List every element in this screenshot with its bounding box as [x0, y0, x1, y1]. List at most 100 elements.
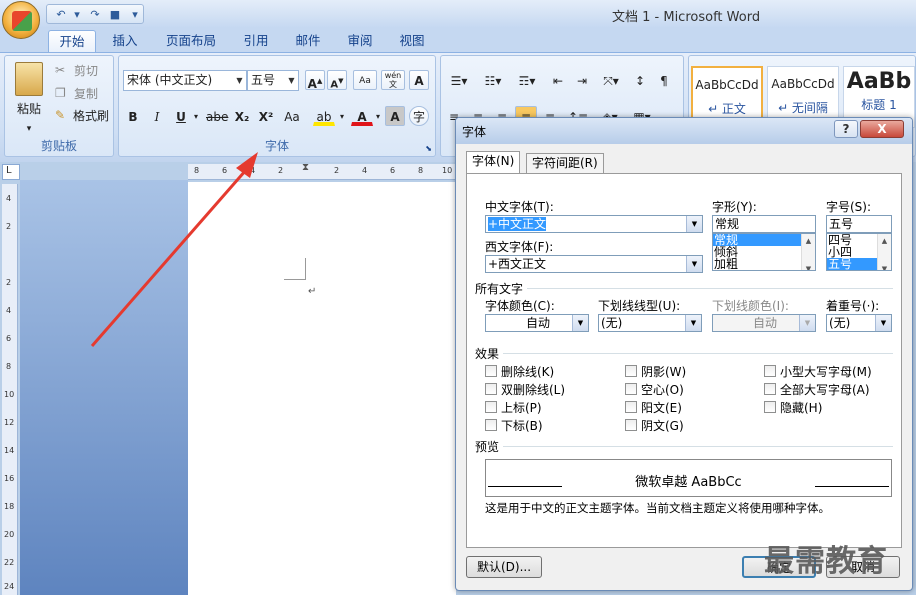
phonetic-guide-icon[interactable]: wén 文 — [381, 70, 405, 90]
tab-char-spacing[interactable]: 字符间距(R) — [526, 153, 604, 173]
default-button[interactable]: 默认(D)... — [466, 556, 542, 578]
save-icon[interactable]: ■ — [107, 7, 123, 22]
ruler-number: 10 — [442, 166, 453, 175]
checkbox-subscript[interactable] — [485, 419, 497, 431]
paste-dropdown-icon[interactable]: ▾ — [9, 118, 49, 138]
underline-style-value: (无) — [601, 316, 623, 330]
copy-icon[interactable]: ❐ — [55, 86, 66, 100]
underline-style-combo[interactable]: (无) ▼ — [598, 314, 702, 332]
increase-indent-icon[interactable]: ⇥ — [571, 70, 593, 90]
cut-icon[interactable]: ✂ — [55, 63, 65, 77]
tab-page-layout[interactable]: 页面布局 — [158, 30, 224, 52]
tab-mailings[interactable]: 邮件 — [288, 30, 328, 52]
underline-button[interactable]: U — [171, 106, 191, 126]
paste-button[interactable]: 粘贴 — [9, 98, 49, 118]
chevron-down-icon[interactable]: ▼ — [285, 71, 298, 90]
checkbox-outline[interactable] — [625, 383, 637, 395]
undo-icon[interactable]: ↶ — [53, 7, 69, 22]
help-button[interactable]: ? — [834, 120, 858, 138]
chevron-down-icon[interactable]: ▼ — [875, 315, 891, 331]
dialog-launcher-icon[interactable]: ⬊ — [425, 144, 432, 153]
document-background — [20, 180, 188, 595]
enclose-char-icon[interactable]: 字 — [409, 106, 429, 126]
checkbox-emboss[interactable] — [625, 401, 637, 413]
tab-view[interactable]: 视图 — [392, 30, 432, 52]
chevron-down-icon[interactable]: ▼ — [685, 315, 701, 331]
decrease-indent-icon[interactable]: ⇤ — [547, 70, 569, 90]
undo-dropdown-icon[interactable]: ▾ — [69, 7, 85, 22]
font-name-combo[interactable]: 宋体 (中文正文) ▼ — [123, 70, 247, 91]
checkbox-shadow[interactable] — [625, 365, 637, 377]
document-page[interactable]: ↵ — [188, 182, 456, 595]
highlight-dropdown-icon[interactable]: ▾ — [337, 106, 347, 126]
chevron-down-icon[interactable]: ▼ — [233, 71, 246, 90]
chevron-down-icon[interactable]: ▼ — [799, 315, 815, 331]
numbering-icon[interactable]: ☷▾ — [477, 70, 509, 90]
asian-layout-icon[interactable]: ⤧▾ — [595, 70, 627, 90]
format-painter-icon[interactable]: ✎ — [55, 108, 65, 122]
office-button[interactable] — [2, 1, 40, 39]
copy-button[interactable]: 复制 — [69, 83, 103, 103]
bold-button[interactable]: B — [123, 106, 143, 126]
font-size-combo[interactable]: 五号 ▼ — [247, 70, 299, 91]
tab-references[interactable]: 引用 — [236, 30, 276, 52]
highlight-icon[interactable]: ab — [313, 106, 335, 126]
clear-format-icon[interactable]: Aa — [353, 70, 377, 90]
font-color-dropdown-icon[interactable]: ▾ — [373, 106, 383, 126]
cn-font-combo[interactable]: +中文正文 ▼ — [485, 215, 703, 233]
tab-insert[interactable]: 插入 — [104, 30, 146, 52]
sort-icon[interactable]: ↕ — [629, 70, 651, 90]
multilevel-list-icon[interactable]: ☶▾ — [511, 70, 543, 90]
indent-marker[interactable]: ⧗ — [302, 163, 312, 180]
chevron-down-icon[interactable]: ▼ — [572, 315, 588, 331]
checkbox-double-strikethrough[interactable] — [485, 383, 497, 395]
checkbox-engrave[interactable] — [625, 419, 637, 431]
paste-icon[interactable] — [15, 62, 43, 96]
list-item[interactable]: 加粗 — [713, 258, 815, 270]
underline-dropdown-icon[interactable]: ▾ — [191, 106, 201, 126]
checkbox-hidden[interactable] — [764, 401, 776, 413]
scrollbar[interactable]: ▲ ▼ — [877, 234, 891, 270]
list-item[interactable]: 五号 — [827, 258, 877, 270]
close-button[interactable]: X — [860, 120, 904, 138]
font-style-input[interactable]: 常规 — [712, 215, 816, 233]
emphasis-combo[interactable]: (无) ▼ — [826, 314, 892, 332]
chevron-down-icon[interactable]: ▼ — [686, 216, 702, 232]
bullets-icon[interactable]: ☰▾ — [443, 70, 475, 90]
font-size-list[interactable]: 四号 小四 五号 ▲ ▼ — [826, 233, 892, 271]
vertical-ruler[interactable]: 4 2 2 4 6 8 10 12 14 16 18 20 22 24 — [2, 184, 18, 595]
scrollbar[interactable]: ▲ ▼ — [801, 234, 815, 270]
tab-home[interactable]: 开始 — [48, 30, 96, 52]
font-size-input[interactable]: 五号 — [826, 215, 892, 233]
style-name: 标题 1 — [861, 98, 897, 112]
cut-button[interactable]: 剪切 — [69, 60, 103, 80]
customize-qat-icon[interactable]: ▾ — [127, 7, 143, 22]
italic-button[interactable]: I — [147, 106, 167, 126]
checkbox-strikethrough[interactable] — [485, 365, 497, 377]
tab-review[interactable]: 审阅 — [340, 30, 380, 52]
checkbox-small-caps[interactable] — [764, 365, 776, 377]
char-border-icon[interactable]: A — [409, 70, 429, 90]
char-shading-icon[interactable]: A — [385, 106, 405, 126]
change-case-button[interactable]: Aa — [279, 106, 305, 126]
checkbox-all-caps[interactable] — [764, 383, 776, 395]
checkbox-label: 小型大写字母(M) — [780, 365, 872, 379]
checkbox-superscript[interactable] — [485, 401, 497, 413]
grow-font-icon[interactable]: A▲ — [305, 70, 325, 91]
superscript-button[interactable]: X² — [255, 106, 277, 126]
font-color-combo[interactable]: 自动 ▼ — [485, 314, 589, 332]
subscript-button[interactable]: X₂ — [231, 106, 253, 126]
west-font-combo[interactable]: +西文正文 ▼ — [485, 255, 703, 273]
font-style-list[interactable]: 常规 倾斜 加粗 ▲ ▼ — [712, 233, 816, 271]
tab-selector[interactable]: L — [2, 164, 20, 180]
shrink-font-icon[interactable]: A▼ — [327, 70, 347, 90]
redo-icon[interactable]: ↷ — [87, 7, 103, 22]
strikethrough-button[interactable]: abe — [205, 106, 229, 126]
tab-font[interactable]: 字体(N) — [466, 151, 521, 173]
underline-color-combo[interactable]: 自动 ▼ — [712, 314, 816, 332]
format-painter-button[interactable]: 格式刷 — [69, 105, 113, 125]
chevron-down-icon[interactable]: ▼ — [686, 256, 702, 272]
show-marks-icon[interactable]: ¶ — [653, 70, 675, 90]
font-color-icon[interactable]: A — [351, 106, 373, 126]
horizontal-ruler[interactable]: 8 6 4 2 ⧗ 2 4 6 8 10 — [188, 163, 456, 180]
